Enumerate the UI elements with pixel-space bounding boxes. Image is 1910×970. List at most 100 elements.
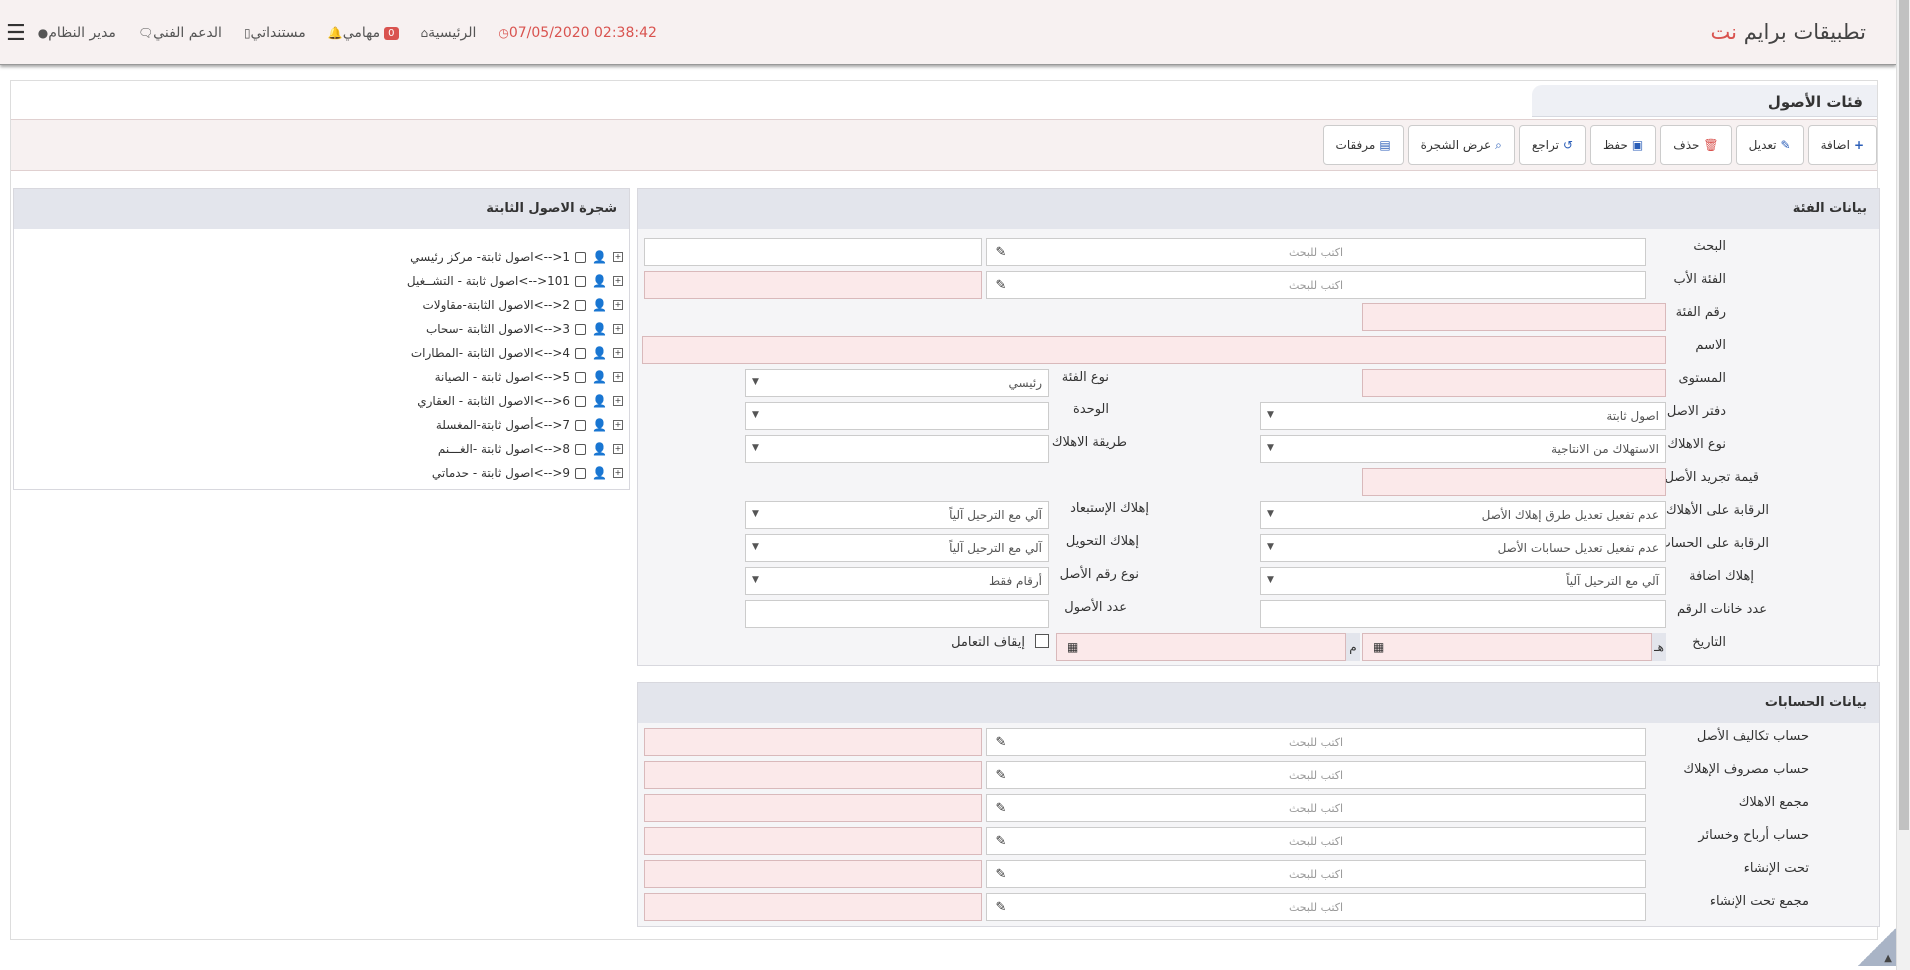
expand-icon[interactable]: +	[613, 252, 623, 262]
page-scrollbar[interactable]	[1896, 0, 1910, 970]
expand-icon[interactable]: +	[613, 348, 623, 358]
account-search-input[interactable]: اكتب للبحث	[986, 893, 1646, 921]
add-button[interactable]: + اضافة	[1807, 125, 1877, 165]
disposal-depreciation-select[interactable]: آلي مع الترحيل آلياً ▼	[745, 501, 1049, 529]
category-number-input[interactable]	[1362, 303, 1666, 331]
tree-item[interactable]: + 👤 7<-->أصول ثابتة-المغسلة	[436, 415, 623, 435]
toolbar: + اضافة ✎ تعديل 🗑 حذف ▣ حفظ ↺ تراجع ⌕ عرض الشج…	[11, 119, 1877, 171]
level-input[interactable]	[1362, 369, 1666, 397]
depreciation-control-select[interactable]: عدم تفعيل تعديل طرق إهلاك الأصل ▼	[1260, 501, 1666, 529]
account-search-input[interactable]: اكتب للبحث	[986, 794, 1646, 822]
tree-panel-title: شجرة الاصول الثابتة	[486, 201, 617, 216]
account-search-input[interactable]: اكتب للبحث	[986, 728, 1646, 756]
tree-item-checkbox[interactable]	[575, 419, 587, 431]
account-result-field	[644, 860, 982, 888]
menu-icon[interactable]: ☰	[6, 21, 26, 46]
expand-icon[interactable]: +	[613, 276, 623, 286]
parent-edit-icon[interactable]: ✎	[987, 271, 1015, 299]
pencil-icon: ✎	[1780, 138, 1791, 152]
tree-item-checkbox[interactable]	[575, 275, 587, 287]
assets-count-input[interactable]	[745, 600, 1049, 628]
expand-icon[interactable]: +	[613, 300, 623, 310]
unit-select[interactable]: ▼	[745, 402, 1049, 430]
account-search-input[interactable]: اكتب للبحث	[986, 827, 1646, 855]
gregorian-date-input[interactable]: ▦	[1056, 633, 1346, 661]
scrollbar-thumb[interactable]	[1899, 0, 1909, 830]
tree-item[interactable]: + 👤 9<-->اصول ثابتة - حدماتي	[432, 463, 623, 483]
stop-dealing-checkbox[interactable]	[1035, 634, 1049, 648]
delete-button[interactable]: 🗑 حذف	[1660, 125, 1732, 165]
account-edit-icon[interactable]: ✎	[987, 761, 1015, 789]
search-icon: ⌕	[1495, 137, 1502, 152]
calendar-icon[interactable]: ▦	[1373, 640, 1384, 654]
category-type-select[interactable]: رئيسي ▼	[745, 369, 1049, 397]
edit-button[interactable]: ✎ تعديل	[1735, 125, 1804, 165]
tree-item-checkbox[interactable]	[575, 371, 587, 383]
tree-item[interactable]: + 👤 2<-->الاصول الثابتة-مقاولات	[422, 295, 623, 315]
save-button[interactable]: ▣ حفظ	[1590, 125, 1657, 165]
attachments-button[interactable]: ▤ مرفقات	[1322, 125, 1404, 165]
account-label: حساب تكاليف الأصل	[1696, 729, 1809, 744]
user-menu[interactable]: ● مدير النظام	[34, 25, 116, 41]
tree-item-checkbox[interactable]	[575, 443, 587, 455]
account-edit-icon[interactable]: ✎	[987, 728, 1015, 756]
expand-icon[interactable]: +	[613, 468, 623, 478]
tree-item[interactable]: + 👤 4<-->الاصول الثابتة -المطارات	[411, 343, 623, 363]
account-search-input[interactable]: اكتب للبحث	[986, 860, 1646, 888]
search-input[interactable]: اكتب للبحث	[986, 238, 1646, 266]
asset-book-select[interactable]: اصول ثابتة ▼	[1260, 402, 1666, 430]
undo-icon: ↺	[1562, 138, 1574, 152]
addition-depreciation-select[interactable]: آلي مع الترحيل آلياً ▼	[1260, 567, 1666, 595]
support-link[interactable]: 🗨 الدعم الفني	[134, 25, 222, 41]
depreciation-type-select[interactable]: الاستهلاك من الانتاجية ▼	[1260, 435, 1666, 463]
tree-item-checkbox[interactable]	[575, 251, 587, 263]
stripping-value-input[interactable]	[1362, 468, 1666, 496]
brand-logo[interactable]: تطبيقات برايم نت	[1711, 20, 1866, 44]
tree-item-checkbox[interactable]	[575, 395, 587, 407]
account-search-input[interactable]: اكتب للبحث	[986, 761, 1646, 789]
expand-icon[interactable]: +	[613, 420, 623, 430]
tree-item[interactable]: + 👤 1<-->اصول ثابتة- مركز رئيسي	[410, 247, 623, 267]
tree-item[interactable]: + 👤 101<-->اصول ثابتة - التشــغيل	[407, 271, 623, 291]
undo-button[interactable]: ↺ تراجع	[1518, 125, 1587, 165]
hijri-date-input[interactable]: ▦	[1362, 633, 1652, 661]
account-edit-icon[interactable]: ✎	[987, 860, 1015, 888]
name-input[interactable]	[642, 336, 1666, 364]
addition-depreciation-label: إهلاك اضافة	[1689, 569, 1754, 584]
tree-item-checkbox[interactable]	[575, 323, 587, 335]
transfer-depreciation-select[interactable]: آلي مع الترحيل آلياً ▼	[745, 534, 1049, 562]
show-tree-button[interactable]: ⌕ عرض الشجرة	[1407, 125, 1515, 165]
tree-item-checkbox[interactable]	[575, 347, 587, 359]
tree-item[interactable]: + 👤 5<-->اصول ثابتة - الصيانة	[435, 367, 623, 387]
tree-item-checkbox[interactable]	[575, 467, 587, 479]
account-result-field	[644, 893, 982, 921]
tree-item[interactable]: + 👤 3<-->الاصول الثابتة -سحاب	[426, 319, 623, 339]
user-icon: 👤	[592, 394, 607, 408]
tasks-link[interactable]: 🔔 مهامي 0	[324, 25, 399, 41]
digits-count-input[interactable]	[1260, 600, 1666, 628]
account-edit-icon[interactable]: ✎	[987, 827, 1015, 855]
tree-item-checkbox[interactable]	[575, 299, 587, 311]
account-edit-icon[interactable]: ✎	[987, 893, 1015, 921]
tree-item[interactable]: + 👤 6<-->الاصول الثابتة - العقاري	[417, 391, 623, 411]
name-label: الاسم	[1695, 338, 1726, 353]
search-edit-icon[interactable]: ✎	[987, 238, 1015, 266]
resize-handle-icon[interactable]	[1858, 928, 1896, 966]
documents-link[interactable]: ▯ مستنداتي	[240, 25, 306, 41]
expand-icon[interactable]: +	[613, 396, 623, 406]
expand-icon[interactable]: +	[613, 324, 623, 334]
tree-item[interactable]: + 👤 8<-->اصول ثابتة -الغـــنم	[438, 439, 623, 459]
depreciation-method-select[interactable]: ▼	[745, 435, 1049, 463]
expand-icon[interactable]: +	[613, 372, 623, 382]
parent-category-input[interactable]: اكتب للبحث	[986, 271, 1646, 299]
user-icon: 👤	[592, 466, 607, 480]
stop-dealing-label: إيقاف التعامل	[951, 635, 1025, 650]
home-link[interactable]: ⌂ الرئيسية	[417, 25, 477, 41]
accounts-panel-header: بيانات الحسابات	[638, 683, 1879, 723]
account-edit-icon[interactable]: ✎	[987, 794, 1015, 822]
asset-number-type-select[interactable]: أرقام فقط ▼	[745, 567, 1049, 595]
account-control-select[interactable]: عدم تفعيل تعديل حسابات الأصل ▼	[1260, 534, 1666, 562]
calendar-icon[interactable]: ▦	[1067, 640, 1078, 654]
user-icon: 👤	[592, 442, 607, 456]
expand-icon[interactable]: +	[613, 444, 623, 454]
